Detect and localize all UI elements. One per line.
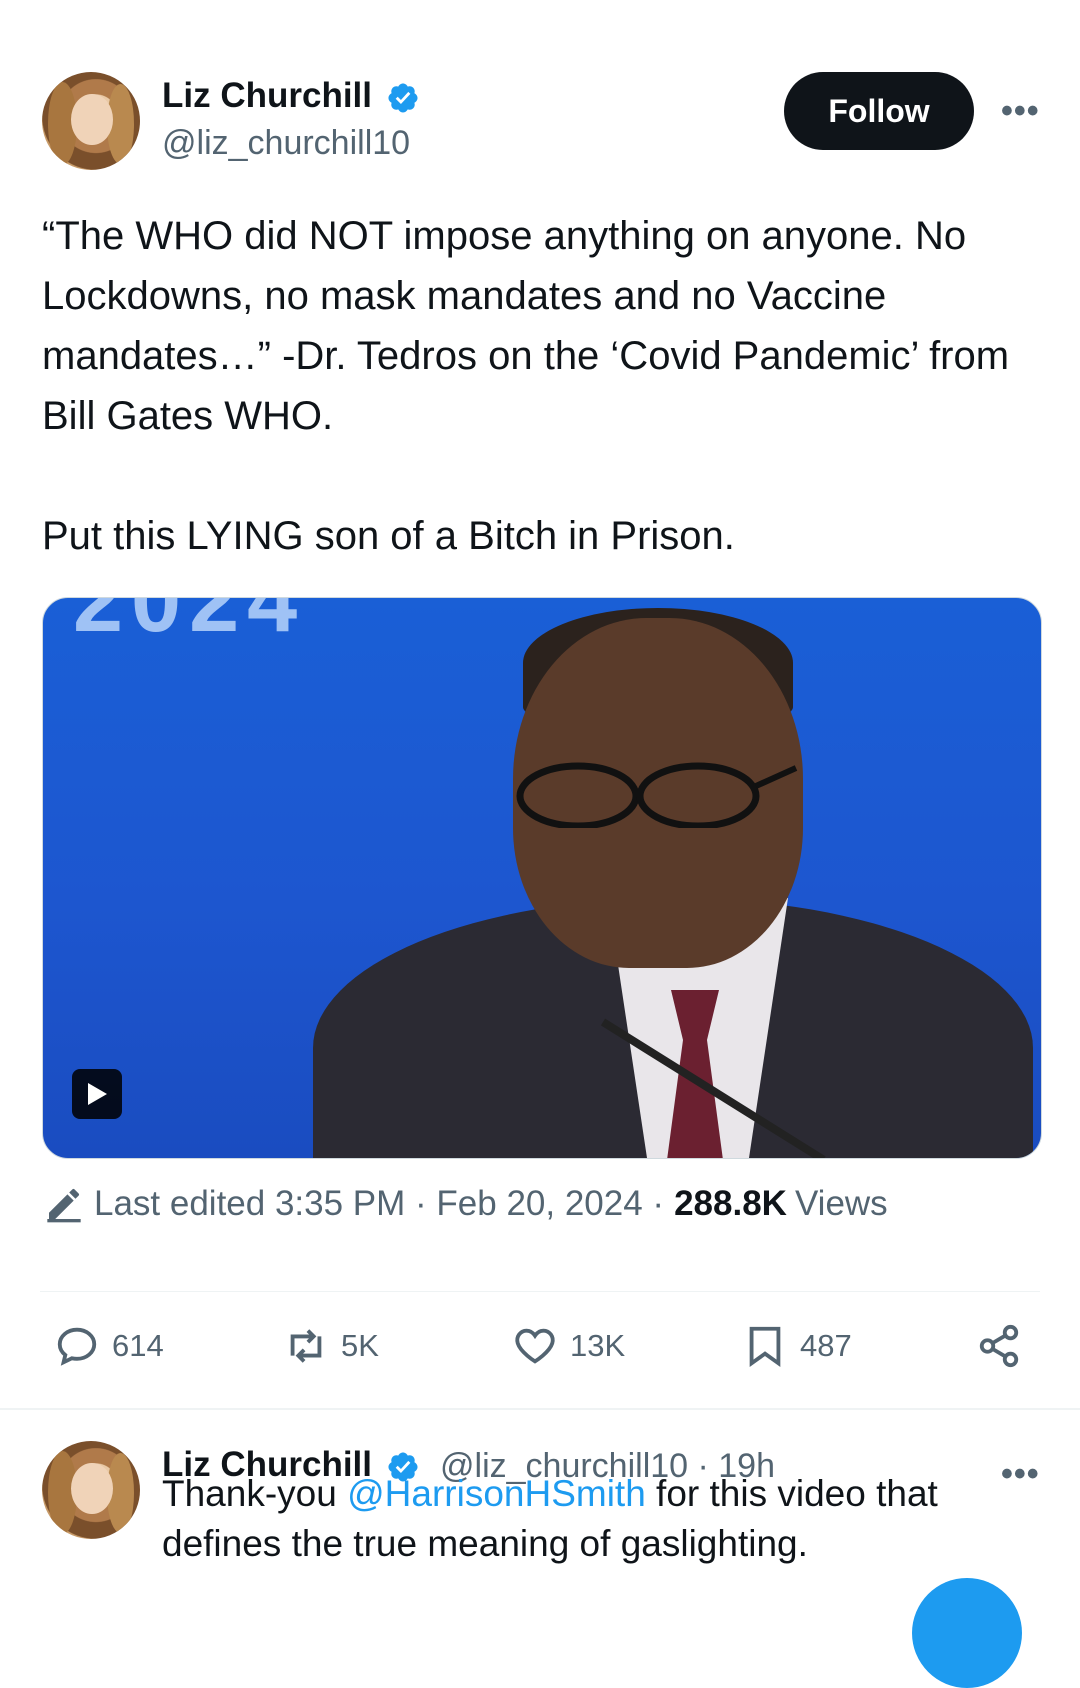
reply-icon	[57, 1327, 97, 1366]
repost-count: 5K	[341, 1328, 379, 1363]
share-action[interactable]	[976, 1323, 1022, 1369]
play-icon[interactable]	[72, 1069, 122, 1119]
reply-action[interactable]: 614	[54, 1323, 164, 1369]
tweet-text: “The WHO did NOT impose anything on anyo…	[42, 206, 1052, 566]
verified-badge-icon	[388, 83, 418, 113]
follow-button[interactable]: Follow	[784, 72, 974, 150]
views-count: 288.8K	[674, 1184, 787, 1223]
share-icon	[979, 1324, 1019, 1368]
author-handle[interactable]: @liz_churchill10	[162, 124, 410, 163]
reply-text-start: Thank-you	[162, 1473, 348, 1514]
repost-icon	[290, 1329, 322, 1363]
author-avatar[interactable]	[42, 72, 140, 170]
heart-icon	[515, 1328, 555, 1364]
reply-author-avatar[interactable]	[42, 1441, 140, 1539]
edit-pencil-icon	[47, 1188, 81, 1223]
tweet-video[interactable]: 2024	[42, 597, 1042, 1159]
tweet-text-paragraph-1: “The WHO did NOT impose anything on anyo…	[42, 214, 1010, 438]
edited-timestamp[interactable]: Last edited 3:35 PM · Feb 20, 2024 ·	[94, 1184, 664, 1224]
bookmark-count: 487	[800, 1328, 852, 1363]
reply-text: Thank-you @HarrisonHSmith for this video…	[162, 1469, 1062, 1569]
repost-action[interactable]: 5K	[283, 1323, 379, 1369]
reply-mention-link[interactable]: @HarrisonHSmith	[347, 1473, 646, 1514]
section-divider	[0, 1408, 1080, 1410]
author-name[interactable]: Liz Churchill	[162, 76, 372, 116]
bookmark-action[interactable]: 487	[742, 1323, 852, 1369]
tweet-meta: Last edited 3:35 PM · Feb 20, 2024 · 288…	[44, 1184, 888, 1224]
tweet-text-paragraph-2: Put this LYING son of a Bitch in Prison.	[42, 514, 735, 558]
divider	[40, 1291, 1040, 1292]
reply-count: 614	[112, 1328, 164, 1363]
like-count: 13K	[570, 1328, 626, 1363]
like-action[interactable]: 13K	[512, 1323, 625, 1369]
views-label: Views	[794, 1184, 888, 1223]
bookmark-icon	[749, 1326, 781, 1367]
more-horizontal-icon[interactable]: •••	[1001, 92, 1040, 131]
video-banner-text: 2024	[73, 597, 306, 651]
